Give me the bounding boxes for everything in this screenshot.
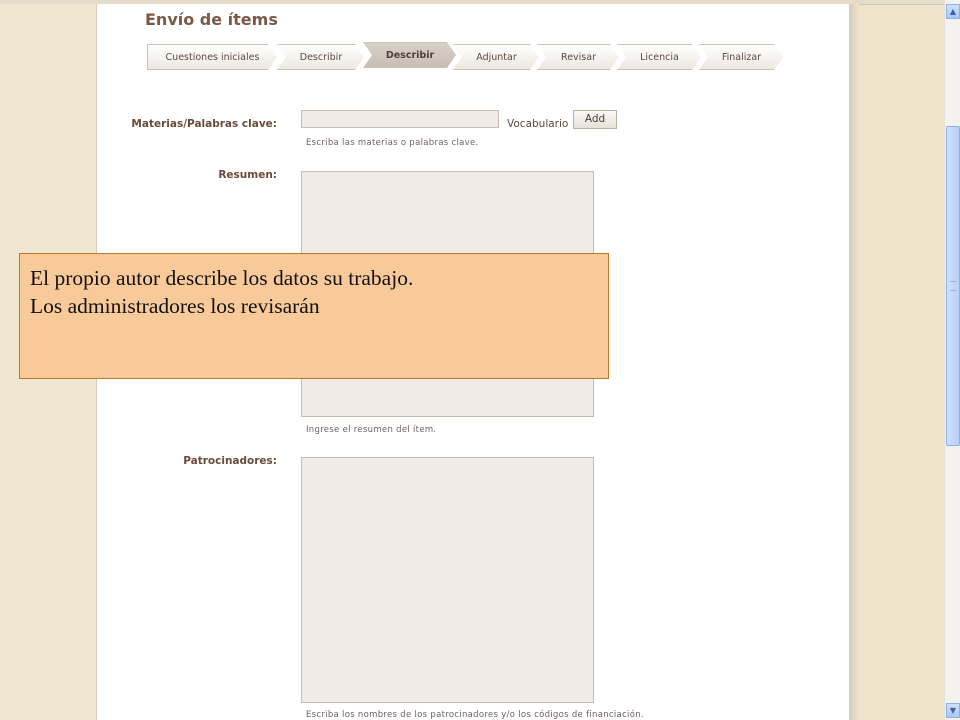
step-describir-1[interactable]: Describir xyxy=(277,44,364,70)
grip-icon xyxy=(950,281,956,291)
page-shadow xyxy=(849,4,859,720)
page-title: Envío de ítems xyxy=(145,10,278,29)
step-revisar[interactable]: Revisar xyxy=(537,44,619,70)
step-adjuntar[interactable]: Adjuntar xyxy=(453,44,539,70)
step-licencia[interactable]: Licencia xyxy=(617,44,701,70)
annotation-callout: El propio autor describe los datos su tr… xyxy=(19,253,609,379)
vertical-scrollbar[interactable]: ▲ ▼ xyxy=(944,0,960,720)
abstract-label: Resumen: xyxy=(218,169,277,181)
add-keyword-button[interactable]: Add xyxy=(573,110,617,129)
abstract-hint: Ingrese el resumen del ítem. xyxy=(306,425,437,435)
progress-steps: Cuestiones iniciales Describir Describir… xyxy=(147,44,787,72)
scrollbar-thumb[interactable] xyxy=(946,126,960,446)
vocabulary-link[interactable]: Vocabulario xyxy=(507,118,568,130)
keywords-hint: Escriba las materias o palabras clave. xyxy=(306,138,479,148)
sponsors-hint: Escriba los nombres de los patrocinadore… xyxy=(306,710,644,720)
arrow-up-icon[interactable]: ▲ xyxy=(946,4,960,19)
keywords-input[interactable] xyxy=(301,110,499,128)
sponsors-textarea[interactable] xyxy=(301,457,594,703)
annotation-line-2: Los administradores los revisarán xyxy=(30,294,320,318)
step-cuestiones-iniciales[interactable]: Cuestiones iniciales xyxy=(147,44,277,70)
annotation-line-1: El propio autor describe los datos su tr… xyxy=(30,266,414,290)
step-finalizar[interactable]: Finalizar xyxy=(699,44,783,70)
arrow-down-icon[interactable]: ▼ xyxy=(946,703,960,718)
step-describir-2[interactable]: Describir xyxy=(363,42,456,68)
keywords-label: Materias/Palabras clave: xyxy=(131,118,277,130)
sponsors-label: Patrocinadores: xyxy=(183,455,277,467)
